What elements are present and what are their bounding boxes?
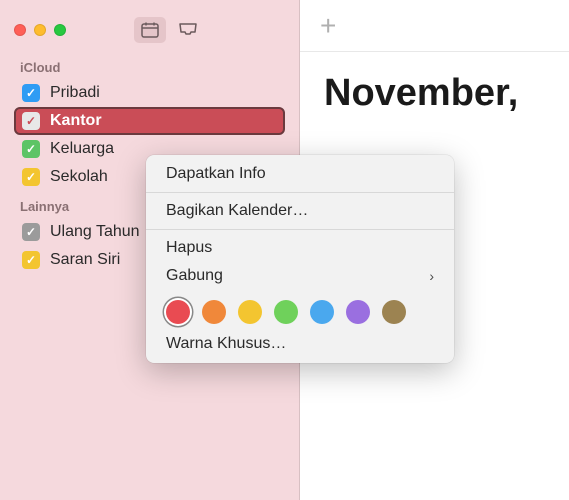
calendar-icon	[141, 22, 159, 38]
close-button[interactable]	[14, 24, 26, 36]
inbox-button[interactable]	[172, 17, 204, 43]
chevron-right-icon: ›	[429, 268, 434, 284]
context-menu: Dapatkan Info Bagikan Kalender… Hapus Gabun…	[146, 155, 454, 363]
menu-item-share-calendar[interactable]: Bagikan Kalender…	[146, 197, 454, 225]
color-swatch-orange[interactable]	[202, 300, 226, 324]
color-swatch-yellow[interactable]	[238, 300, 262, 324]
calendar-checkbox[interactable]: ✓	[22, 251, 40, 269]
color-swatch-brown[interactable]	[382, 300, 406, 324]
calendar-label: Sekolah	[50, 168, 108, 186]
color-swatch-blue[interactable]	[310, 300, 334, 324]
menu-separator	[146, 192, 454, 193]
calendar-label: Ulang Tahun	[50, 223, 140, 241]
add-event-button[interactable]: +	[320, 10, 336, 42]
calendar-checkbox[interactable]: ✓	[22, 223, 40, 241]
color-swatches	[146, 290, 454, 330]
menu-item-delete[interactable]: Hapus	[146, 234, 454, 262]
inbox-icon	[178, 22, 198, 38]
calendar-label: Kantor	[50, 112, 102, 130]
minimize-button[interactable]	[34, 24, 46, 36]
menu-item-label: Dapatkan Info	[166, 165, 266, 183]
calendar-checkbox[interactable]: ✓	[22, 84, 40, 102]
menu-item-get-info[interactable]: Dapatkan Info	[146, 160, 454, 188]
calendar-label: Keluarga	[50, 140, 114, 158]
titlebar	[0, 8, 299, 52]
menu-item-label: Bagikan Kalender…	[166, 202, 308, 220]
calendar-checkbox[interactable]: ✓	[22, 168, 40, 186]
zoom-button[interactable]	[54, 24, 66, 36]
calendar-label: Pribadi	[50, 84, 100, 102]
color-swatch-red[interactable]	[166, 300, 190, 324]
window-controls	[14, 24, 66, 36]
menu-item-label: Hapus	[166, 239, 212, 257]
calendar-checkbox[interactable]: ✓	[22, 140, 40, 158]
menu-separator	[146, 229, 454, 230]
month-title: November,	[300, 52, 569, 135]
menu-item-merge[interactable]: Gabung ›	[146, 262, 454, 290]
calendar-item-kantor[interactable]: ✓ Kantor	[14, 107, 285, 135]
section-header-icloud[interactable]: iCloud	[0, 52, 299, 79]
color-swatch-purple[interactable]	[346, 300, 370, 324]
calendar-label: Saran Siri	[50, 251, 120, 269]
main-toolbar: +	[300, 0, 569, 52]
color-swatch-green[interactable]	[274, 300, 298, 324]
menu-item-custom-color[interactable]: Warna Khusus…	[146, 330, 454, 358]
calendar-checkbox[interactable]: ✓	[22, 112, 40, 130]
calendar-item-pribadi[interactable]: ✓ Pribadi	[14, 79, 285, 107]
menu-item-label: Gabung	[166, 267, 223, 285]
calendar-view-button[interactable]	[134, 17, 166, 43]
menu-item-label: Warna Khusus…	[166, 335, 286, 353]
